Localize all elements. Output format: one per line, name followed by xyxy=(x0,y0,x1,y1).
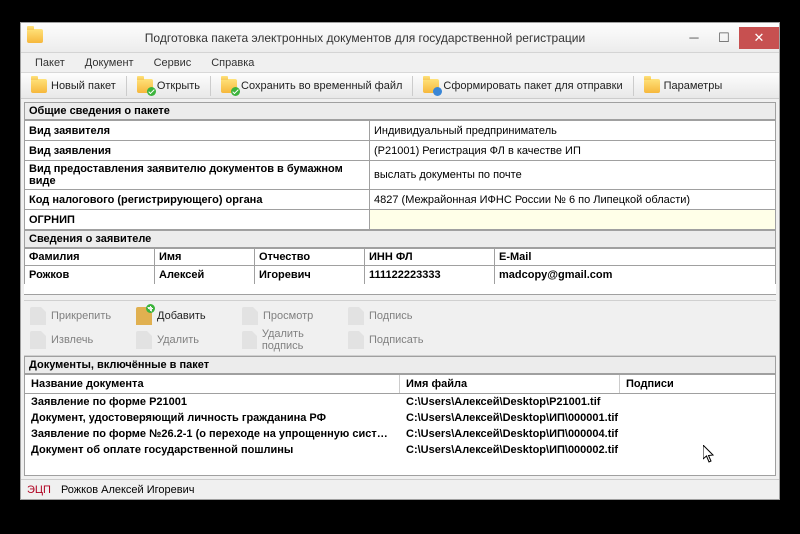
content-area: Общие сведения о пакете Вид заявителя Ин… xyxy=(24,102,776,476)
document-actions: Прикрепить Добавить Просмотр Подпись Изв… xyxy=(24,300,776,356)
params-label: Параметры xyxy=(664,80,723,92)
general-info-table: Вид заявителя Индивидуальный предпринима… xyxy=(24,120,776,230)
doc-icon xyxy=(136,331,152,349)
doc-icon xyxy=(242,307,258,325)
applicant-section-header: Сведения о заявителе xyxy=(24,230,776,248)
sign-button: Подписать xyxy=(348,329,448,351)
col-email[interactable]: E-Mail xyxy=(495,249,776,266)
window-title: Подготовка пакета электронных документов… xyxy=(51,31,679,45)
delete-button: Удалить xyxy=(136,329,236,351)
save-temp-label: Сохранить во временный файл xyxy=(241,80,402,92)
toolbar: Новый пакет Открыть Сохранить во временн… xyxy=(21,73,779,99)
signature-label: Подпись xyxy=(369,310,413,322)
open-button[interactable]: Открыть xyxy=(131,78,206,94)
ecp-label: ЭЦП xyxy=(27,484,51,496)
general-section-header: Общие сведения о пакете xyxy=(24,102,776,120)
doc-name: Заявление по форме Р21001 xyxy=(25,394,400,410)
docs-col-file[interactable]: Имя файла xyxy=(400,375,620,393)
doc-file: C:\Users\Алексей\Desktop\ИП\000004.tif xyxy=(400,426,680,442)
applicant-surname: Рожков xyxy=(25,266,155,284)
documents-section-header: Документы, включённые в пакет xyxy=(24,356,776,374)
new-package-label: Новый пакет xyxy=(51,80,116,92)
doc-name: Заявление по форме №26.2-1 (о переходе н… xyxy=(25,426,400,442)
paper-delivery-value[interactable]: выслать документы по почте xyxy=(370,161,776,190)
documents-header: Название документа Имя файла Подписи xyxy=(24,374,776,394)
col-patronymic[interactable]: Отчество xyxy=(255,249,365,266)
menu-package[interactable]: Пакет xyxy=(25,55,75,71)
sign-label: Подписать xyxy=(369,334,423,346)
extract-button: Извлечь xyxy=(30,329,130,351)
doc-icon xyxy=(348,307,364,325)
statusbar: ЭЦП Рожков Алексей Игоревич xyxy=(21,479,779,499)
col-surname[interactable]: Фамилия xyxy=(25,249,155,266)
document-row[interactable]: Заявление по форме №26.2-1 (о переходе н… xyxy=(25,426,775,442)
applicant-inn: 111122223333 xyxy=(365,266,495,284)
extract-label: Извлечь xyxy=(51,334,93,346)
attach-button: Прикрепить xyxy=(30,305,130,327)
maximize-button[interactable]: ☐ xyxy=(709,27,739,49)
doc-name: Документ об оплате государственной пошли… xyxy=(25,442,400,458)
save-temp-button[interactable]: Сохранить во временный файл xyxy=(215,78,408,94)
application-type-label: Вид заявления xyxy=(25,141,370,161)
view-button: Просмотр xyxy=(242,305,342,327)
tax-code-value[interactable]: 4827 (Межрайонная ИФНС России № 6 по Лип… xyxy=(370,190,776,210)
applicant-type-value[interactable]: Индивидуальный предприниматель xyxy=(370,121,776,141)
applicant-patronymic: Игоревич xyxy=(255,266,365,284)
view-label: Просмотр xyxy=(263,310,313,322)
doc-name: Документ, удостоверяющий личность гражда… xyxy=(25,410,400,426)
document-row[interactable]: Документ об оплате государственной пошли… xyxy=(25,442,775,458)
separator xyxy=(412,76,413,96)
applicant-type-label: Вид заявителя xyxy=(25,121,370,141)
close-button[interactable]: ✕ xyxy=(739,27,779,49)
ogrnip-label: ОГРНИП xyxy=(25,210,370,230)
separator xyxy=(126,76,127,96)
doc-file: C:\Users\Алексей\Desktop\ИП\000002.tif xyxy=(400,442,680,458)
form-package-label: Сформировать пакет для отправки xyxy=(443,80,622,92)
params-button[interactable]: Параметры xyxy=(638,78,729,94)
form-package-button[interactable]: Сформировать пакет для отправки xyxy=(417,78,628,94)
application-type-value[interactable]: (P21001) Регистрация ФЛ в качестве ИП xyxy=(370,141,776,161)
document-row[interactable]: Заявление по форме Р21001 C:\Users\Алекс… xyxy=(25,394,775,410)
menu-help[interactable]: Справка xyxy=(201,55,264,71)
delete-label: Удалить xyxy=(157,334,199,346)
docs-col-signatures[interactable]: Подписи xyxy=(620,375,775,393)
paper-delivery-label: Вид предоставления заявителю документов … xyxy=(25,161,370,190)
delete-signature-label: Удалить подпись xyxy=(262,328,342,352)
documents-list: Заявление по форме Р21001 C:\Users\Алекс… xyxy=(24,394,776,477)
main-window: Подготовка пакета электронных документов… xyxy=(20,22,780,500)
doc-icon xyxy=(348,331,364,349)
app-icon xyxy=(27,29,45,47)
applicant-table: Фамилия Имя Отчество ИНН ФЛ E-Mail Рожко… xyxy=(24,248,776,284)
applicant-email: madcopy@gmail.com xyxy=(495,266,776,284)
applicant-name: Алексей xyxy=(155,266,255,284)
doc-file: C:\Users\Алексей\Desktop\ИП\000001.tif xyxy=(400,410,680,426)
attach-label: Прикрепить xyxy=(51,310,111,322)
separator xyxy=(210,76,211,96)
menu-document[interactable]: Документ xyxy=(75,55,144,71)
menubar: Пакет Документ Сервис Справка xyxy=(21,53,779,73)
doc-icon xyxy=(30,331,46,349)
add-button[interactable]: Добавить xyxy=(136,305,236,327)
col-inn[interactable]: ИНН ФЛ xyxy=(365,249,495,266)
ogrnip-value[interactable] xyxy=(370,210,776,230)
signer-name: Рожков Алексей Игоревич xyxy=(61,484,195,496)
applicant-row[interactable]: Рожков Алексей Игоревич 111122223333 mad… xyxy=(25,266,776,284)
col-name[interactable]: Имя xyxy=(155,249,255,266)
add-label: Добавить xyxy=(157,310,206,322)
docs-col-name[interactable]: Название документа xyxy=(25,375,400,393)
tax-code-label: Код налогового (регистрирующего) органа xyxy=(25,190,370,210)
signature-button: Подпись xyxy=(348,305,448,327)
doc-file: C:\Users\Алексей\Desktop\P21001.tif xyxy=(400,394,680,410)
document-row[interactable]: Документ, удостоверяющий личность гражда… xyxy=(25,410,775,426)
new-package-button[interactable]: Новый пакет xyxy=(25,78,122,94)
open-label: Открыть xyxy=(157,80,200,92)
separator xyxy=(633,76,634,96)
doc-icon xyxy=(30,307,46,325)
doc-icon xyxy=(136,307,152,325)
titlebar: Подготовка пакета электронных документов… xyxy=(21,23,779,53)
minimize-button[interactable]: ─ xyxy=(679,27,709,49)
delete-signature-button: Удалить подпись xyxy=(242,329,342,351)
doc-icon xyxy=(242,331,257,349)
menu-service[interactable]: Сервис xyxy=(144,55,202,71)
